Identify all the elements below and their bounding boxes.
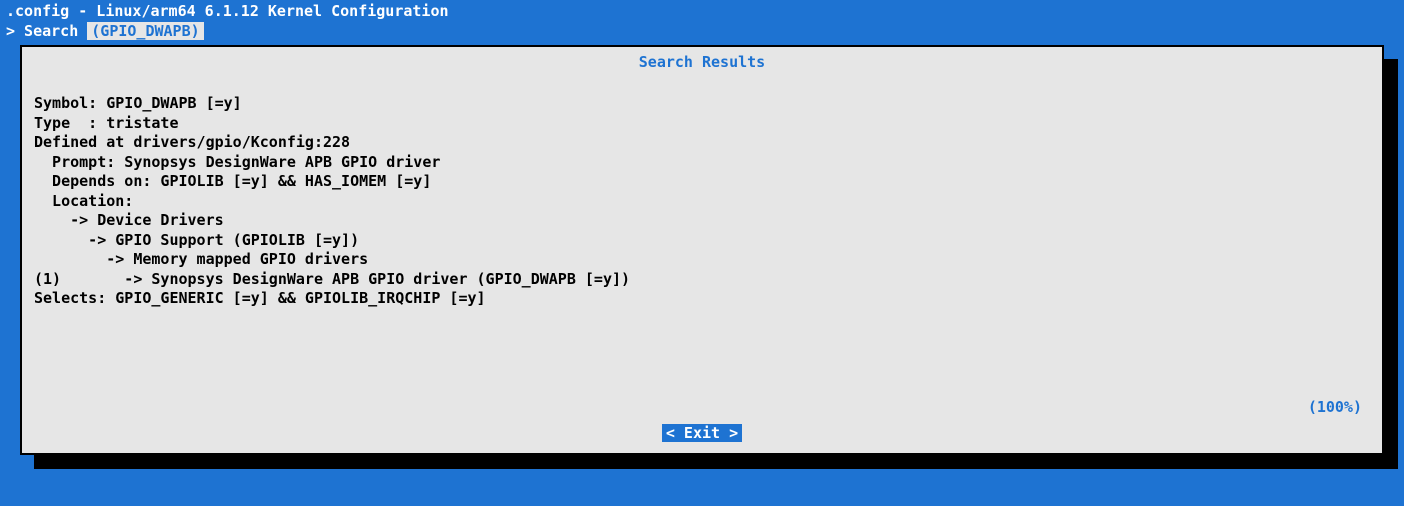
breadcrumb-prefix: > Search [6,22,87,40]
result-line: Prompt: Synopsys DesignWare APB GPIO dri… [34,153,440,171]
result-line: Symbol: GPIO_DWAPB [=y] [34,94,242,112]
window-title: .config - Linux/arm64 6.1.12 Kernel Conf… [0,0,1404,22]
search-result-body[interactable]: Symbol: GPIO_DWAPB [=y] Type : tristate … [34,75,1370,424]
result-line: Selects: GPIO_GENERIC [=y] && GPIOLIB_IR… [34,289,486,307]
result-line: -> Memory mapped GPIO drivers [34,250,368,268]
dialog-title: Search Results [34,53,1370,73]
breadcrumb: > Search (GPIO_DWAPB) [0,22,1404,46]
result-line: Location: [34,192,133,210]
result-line: Depends on: GPIOLIB [=y] && HAS_IOMEM [=… [34,172,431,190]
exit-button[interactable]: < Exit > [662,424,742,442]
scroll-percent: (100%) [1308,398,1362,418]
breadcrumb-search-term: (GPIO_DWAPB) [87,22,203,40]
result-line: (1) -> Synopsys DesignWare APB GPIO driv… [34,270,630,288]
search-results-dialog: Search Results Symbol: GPIO_DWAPB [=y] T… [20,45,1384,455]
result-line: Defined at drivers/gpio/Kconfig:228 [34,133,350,151]
result-line: -> GPIO Support (GPIOLIB [=y]) [34,231,359,249]
result-line: -> Device Drivers [34,211,224,229]
result-line: Type : tristate [34,114,179,132]
